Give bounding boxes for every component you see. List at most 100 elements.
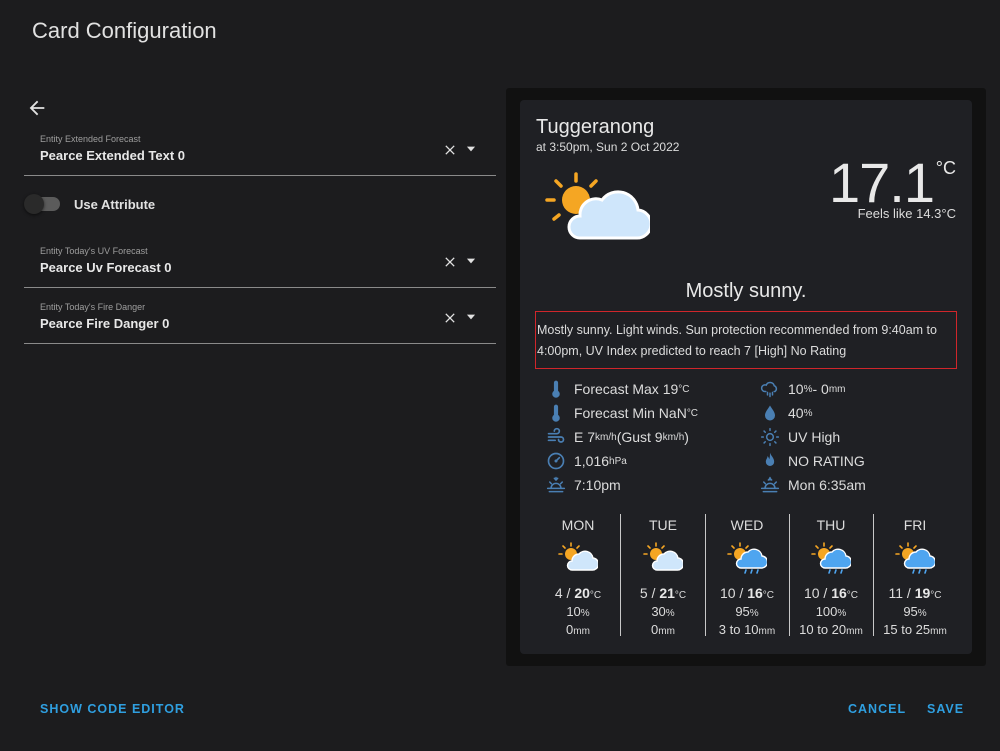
humidity-unit: % (803, 407, 813, 419)
forecast-temp-unit: °C (589, 590, 602, 601)
forecast-max-unit: °C (678, 383, 690, 395)
forecast-day-name: MON (561, 517, 595, 533)
field-value[interactable]: Pearce Fire Danger 0 (40, 316, 169, 331)
wind-icon (547, 427, 565, 443)
sunrise-time: Mon 6:35am (788, 477, 866, 493)
forecast-rain: 0mm (536, 622, 620, 637)
field-label: Entity Today's Fire Danger (40, 302, 146, 312)
forecast-temp-unit: °C (762, 590, 775, 601)
partly-cloudy-rain-icon (727, 542, 767, 574)
forecast-pop: 10% (536, 604, 620, 619)
forecast-pop-unit: % (837, 608, 847, 619)
uv-row: UV High (760, 426, 840, 448)
wind-row: E 7 km/h (Gust 9 km/h) (546, 426, 689, 448)
forecast-day: FRI 11 / 19°C 95% 15 to 25mm (873, 514, 957, 637)
forecast-rain-value: 15 to 25 (883, 622, 931, 637)
forecast-high: 16 (831, 585, 847, 601)
forecast-min-text: Forecast Min NaN (574, 405, 687, 421)
forecast-high: 21 (659, 585, 675, 601)
sunset-row: 7:10pm (546, 474, 621, 496)
forecast-rain-unit: mm (573, 626, 590, 637)
forecast-low: 5 (639, 585, 648, 601)
field-value[interactable]: Pearce Uv Forecast 0 (40, 260, 172, 275)
forecast-pop-value: 100 (815, 604, 838, 619)
back-arrow-icon[interactable] (26, 97, 48, 119)
forecast-rain: 15 to 25mm (873, 622, 957, 637)
fire-icon (765, 452, 775, 466)
forecast-pop-unit: % (665, 608, 675, 619)
clear-icon[interactable] (442, 254, 458, 270)
wind-unit: km/h (595, 431, 617, 443)
dropdown-arrow-icon[interactable] (464, 142, 478, 156)
forecast-rain: 10 to 20mm (789, 622, 873, 637)
temperature-unit: °C (935, 158, 956, 178)
humidity-row: 40% (760, 402, 812, 424)
forecast-temp-unit: °C (846, 590, 859, 601)
forecast-pop: 95% (873, 604, 957, 619)
toggle-knob[interactable] (24, 194, 44, 214)
forecast-high: 20 (574, 585, 590, 601)
forecast-day: WED 10 / 16°C 95% 3 to 10mm (705, 514, 789, 637)
forecast-day-name: TUE (649, 517, 677, 533)
extended-forecast-text: Mostly sunny. Light winds. Sun protectio… (535, 311, 957, 369)
field-value[interactable]: Pearce Extended Text 0 (40, 148, 185, 163)
forecast-day: MON 4 / 20°C 10% 0mm (536, 514, 620, 637)
forecast-day: TUE 5 / 21°C 30% 0mm (621, 514, 705, 637)
entity-fire-danger-field[interactable]: Entity Today's Fire Danger Pearce Fire D… (24, 292, 496, 344)
toggle-label: Use Attribute (74, 197, 156, 212)
forecast-day-name: THU (816, 517, 846, 533)
forecast-pop: 100% (789, 604, 873, 619)
pressure-value: 1,016 (574, 453, 610, 469)
gauge-icon (547, 452, 565, 470)
dropdown-arrow-icon[interactable] (464, 310, 478, 324)
humidity-value: 40 (788, 405, 804, 421)
forecast-rain-unit: mm (846, 626, 863, 637)
clear-icon[interactable] (442, 142, 458, 158)
forecast-temp-unit: °C (674, 590, 687, 601)
save-button[interactable]: SAVE (927, 702, 964, 716)
fire-danger-row: NO RATING (760, 450, 865, 472)
thermometer-icon (552, 380, 560, 398)
forecast-max-row: Forecast Max 19 °C (546, 378, 690, 400)
forecast-pop-unit: % (580, 608, 590, 619)
forecast-day: THU 10 / 16°C 100% 10 to 20mm (789, 514, 873, 637)
wind-gust: (Gust 9 (616, 429, 663, 445)
rain-chance: 10 (788, 381, 804, 397)
forecast-temps: 11 / 19°C (888, 585, 942, 601)
forecast-pop-unit: % (917, 608, 927, 619)
forecast-low: 4 (554, 585, 563, 601)
field-label: Entity Extended Forecast (40, 134, 141, 144)
weather-card: Tuggeranong at 3:50pm, Sun 2 Oct 2022 17… (520, 100, 972, 654)
thermometer-icon (552, 404, 560, 422)
forecast-max-text: Forecast Max 19 (574, 381, 679, 397)
wind-close: ) (684, 429, 689, 445)
sunset-icon (546, 476, 566, 493)
forecast-pop: 30% (621, 604, 705, 619)
forecast-temps: 10 / 16°C (719, 585, 775, 601)
clear-icon[interactable] (442, 310, 458, 326)
dropdown-arrow-icon[interactable] (464, 254, 478, 268)
weather-summary: Mostly sunny. (685, 280, 807, 302)
forecast-temps: 10 / 16°C (803, 585, 859, 601)
sunrise-icon (760, 476, 780, 493)
forecast-high: 19 (914, 585, 931, 601)
use-attribute-toggle-row[interactable]: Use Attribute (24, 190, 324, 216)
forecast-rain-unit: mm (658, 626, 675, 637)
pressure-row: 1,016 hPa (546, 450, 627, 472)
forecast-low: 10 (719, 585, 736, 601)
show-code-editor-button[interactable]: SHOW CODE EDITOR (40, 702, 185, 716)
wind-speed: E 7 (574, 429, 596, 445)
forecast-rain: 0mm (621, 622, 705, 637)
forecast-day-name: FRI (903, 517, 927, 533)
entity-extended-forecast-field[interactable]: Entity Extended Forecast Pearce Extended… (24, 124, 496, 176)
entity-uv-forecast-field[interactable]: Entity Today's UV Forecast Pearce Uv For… (24, 236, 496, 288)
partly-cloudy-rain-icon (811, 542, 851, 574)
forecast-pop-value: 30 (651, 604, 666, 619)
forecast-rain-unit: mm (758, 626, 776, 637)
forecast-temps: 5 / 21°C (639, 585, 687, 601)
cancel-button[interactable]: CANCEL (848, 702, 906, 716)
rain-mm-unit: mm (828, 383, 846, 395)
forecast-pop-value: 95 (735, 604, 750, 619)
observation-time: at 3:50pm, Sun 2 Oct 2022 (536, 140, 680, 154)
dialog-title: Card Configuration (32, 18, 217, 43)
